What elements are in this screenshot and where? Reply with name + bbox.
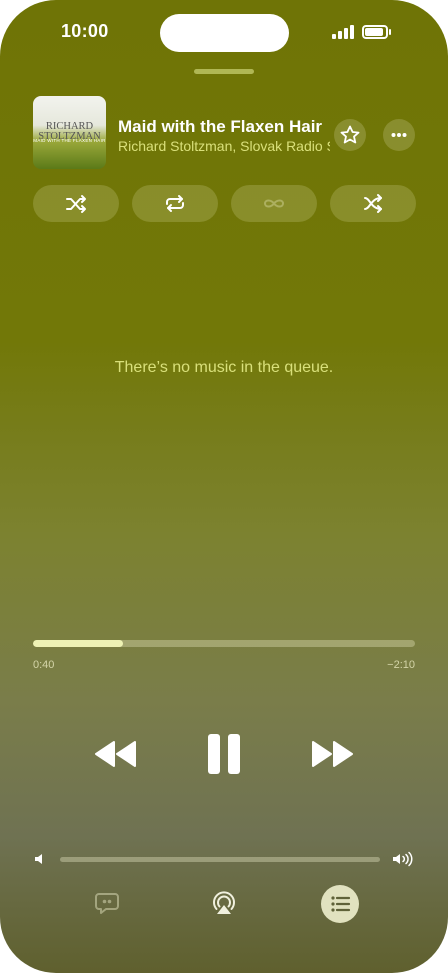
remaining-time: −2:10 (387, 659, 415, 671)
pause-button[interactable] (205, 731, 243, 782)
pause-icon (208, 734, 240, 774)
autoplay-button[interactable] (231, 185, 317, 222)
infinity-icon (263, 199, 285, 208)
volume-slider[interactable] (60, 857, 380, 862)
crossfade-button[interactable] (330, 185, 416, 222)
status-bar: 10:00 (0, 0, 448, 64)
previous-button[interactable] (93, 737, 137, 776)
volume-low-button[interactable] (34, 852, 46, 871)
speaker-icon (35, 854, 42, 864)
ellipsis-icon (391, 133, 407, 137)
dynamic-island (160, 14, 289, 52)
speaker-wave-icon (393, 851, 413, 867)
track-title[interactable]: Maid with the Flaxen Hair (118, 117, 333, 137)
track-artist[interactable]: Richard Stoltzman, Slovak Radio Symphony… (118, 138, 330, 154)
queue-empty-message: There’s no music in the queue. (114, 359, 334, 376)
lyrics-button[interactable] (94, 891, 122, 922)
progress-fill (33, 640, 123, 647)
artwork-line3: MAID WITH THE FLAXEN HAIR (33, 138, 106, 143)
airplay-icon (213, 891, 235, 914)
queue-list-icon (331, 896, 351, 912)
status-time: 10:00 (61, 21, 109, 41)
now-playing-screen: 10:00 RICHARD STOLTZMAN MAID WITH THE FL… (0, 0, 448, 973)
favorite-button[interactable] (334, 119, 366, 151)
star-icon (340, 125, 360, 144)
more-options-button[interactable] (383, 119, 415, 151)
shuffle-icon (66, 195, 86, 213)
next-button[interactable] (311, 737, 355, 776)
fast-forward-icon (312, 741, 353, 767)
sheet-grabber[interactable] (194, 69, 254, 74)
rewind-icon (95, 741, 136, 767)
repeat-icon (166, 195, 184, 212)
shuffle-button[interactable] (33, 185, 119, 222)
elapsed-time: 0:40 (33, 659, 55, 671)
playback-progress-bar[interactable] (33, 640, 415, 647)
airplay-button[interactable] (210, 890, 238, 923)
crossfade-icon (364, 194, 382, 213)
cellular-signal-icon (332, 25, 354, 39)
battery-icon (362, 25, 391, 39)
queue-button[interactable] (321, 885, 359, 923)
lyrics-icon (95, 893, 119, 914)
repeat-button[interactable] (132, 185, 218, 222)
volume-high-button[interactable] (392, 851, 414, 872)
album-artwork[interactable]: RICHARD STOLTZMAN MAID WITH THE FLAXEN H… (33, 96, 106, 169)
